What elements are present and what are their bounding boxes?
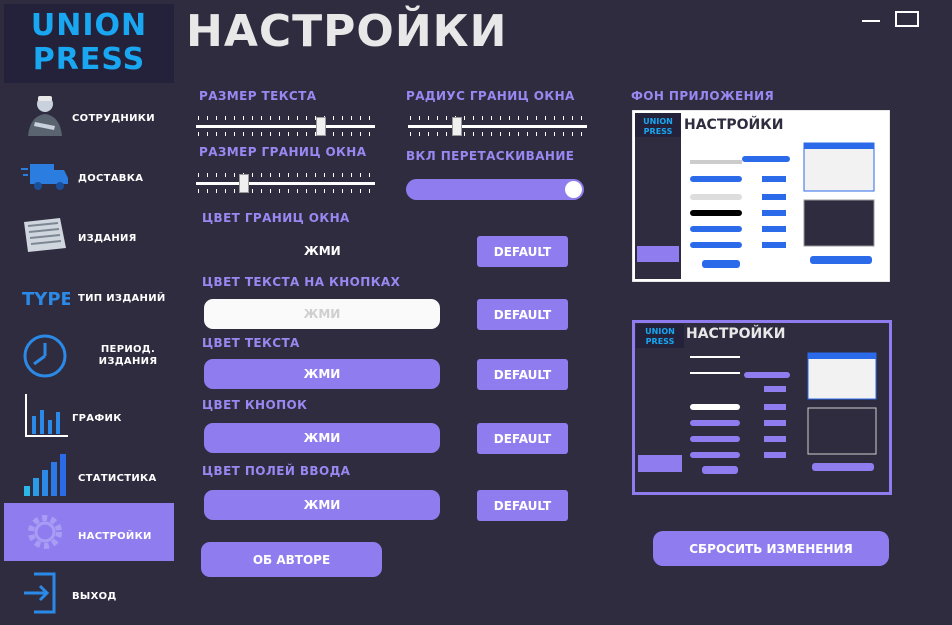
border-radius-slider[interactable] — [408, 116, 587, 136]
sidebar-item-delivery[interactable]: ДОСТАВКА — [4, 146, 174, 204]
app-logo: UNION PRESS — [4, 4, 174, 83]
gear-icon — [28, 515, 62, 549]
worker-icon — [28, 96, 62, 136]
sidebar-item-label: ВЫХОД — [72, 591, 117, 602]
slider-thumb[interactable] — [239, 174, 249, 193]
svg-text:PRESS: PRESS — [644, 127, 673, 136]
border-size-slider[interactable] — [196, 173, 375, 193]
svg-text:UNION: UNION — [645, 327, 675, 336]
slider-ticks — [410, 132, 585, 136]
bar-chart-icon — [24, 454, 66, 496]
slider-track — [196, 125, 375, 128]
sidebar-item-employees[interactable]: СОТРУДНИКИ — [4, 86, 174, 144]
border-color-default-button[interactable]: DEFAULT — [477, 236, 568, 267]
svg-text:TYPE: TYPE — [22, 289, 70, 310]
border-color-label: ЦВЕТ ГРАНИЦ ОКНА — [202, 211, 350, 225]
chart-icon — [25, 394, 68, 437]
minimize-button[interactable] — [862, 20, 880, 22]
maximize-button[interactable] — [895, 11, 919, 27]
sidebar-item-exit[interactable]: ВЫХОД — [4, 564, 174, 622]
sidebar-item-label: ГРАФИК — [72, 413, 122, 424]
sidebar-item-settings[interactable]: НАСТРОЙКИ — [4, 503, 174, 561]
svg-text:НАСТРОЙКИ: НАСТРОЙКИ — [684, 116, 783, 133]
sidebar-item-label: СОТРУДНИКИ — [72, 113, 155, 124]
button-color-label: ЦВЕТ КНОПОК — [202, 398, 308, 412]
sidebar-item-periodicals[interactable]: ПЕРИОД. ИЗДАНИЯ — [4, 326, 174, 384]
sidebar-item-edition-types[interactable]: TYPE ТИП ИЗДАНИЙ — [4, 266, 174, 324]
text-color-default-button[interactable]: DEFAULT — [477, 359, 568, 390]
button-text-color-label: ЦВЕТ ТЕКСТА НА КНОПКАХ — [202, 275, 401, 289]
svg-text:UNION: UNION — [643, 117, 673, 126]
drag-toggle[interactable] — [406, 179, 584, 200]
input-color-label: ЦВЕТ ПОЛЕЙ ВВОДА — [202, 464, 351, 478]
slider-ticks — [198, 189, 373, 193]
page-title: НАСТРОЙКИ — [186, 6, 508, 57]
toggle-knob — [565, 181, 582, 198]
sidebar-item-label: НАСТРОЙКИ — [78, 531, 152, 542]
light-theme-preview[interactable]: UNION PRESS НАСТРОЙКИ — [632, 110, 890, 282]
text-color-press-button[interactable]: ЖМИ — [204, 359, 440, 389]
background-label: ФОН ПРИЛОЖЕНИЯ — [631, 89, 775, 103]
button-color-default-button[interactable]: DEFAULT — [477, 423, 568, 454]
newspaper-icon — [24, 218, 66, 252]
logo-line2: PRESS — [32, 42, 146, 77]
sidebar-item-label: ИЗДАНИЯ — [78, 233, 137, 244]
text-color-label: ЦВЕТ ТЕКСТА — [202, 336, 300, 350]
text-size-slider[interactable] — [196, 116, 375, 136]
border-radius-label: РАДИУС ГРАНИЦ ОКНА — [406, 89, 575, 103]
sidebar: UNION PRESS СОТРУДНИКИ ДОСТАВКА ИЗДАНИЯ … — [4, 4, 174, 621]
clock-icon — [23, 334, 67, 378]
slider-track — [408, 125, 587, 128]
button-text-color-default-button[interactable]: DEFAULT — [477, 299, 568, 330]
sidebar-item-label: ТИП ИЗДАНИЙ — [78, 293, 166, 304]
slider-ticks — [198, 116, 373, 120]
sidebar-item-label: ДОСТАВКА — [78, 173, 144, 184]
exit-icon — [24, 572, 56, 614]
slider-ticks — [198, 173, 373, 177]
sidebar-item-schedule[interactable]: ГРАФИК — [4, 386, 174, 444]
text-size-label: РАЗМЕР ТЕКСТА — [199, 89, 317, 103]
slider-thumb[interactable] — [452, 117, 462, 136]
svg-text:PRESS: PRESS — [646, 337, 675, 346]
border-size-label: РАЗМЕР ГРАНИЦ ОКНА — [199, 145, 367, 159]
slider-ticks — [410, 116, 585, 120]
logo-line1: UNION — [30, 8, 148, 43]
sidebar-item-label: ПЕРИОД. ИЗДАНИЯ — [98, 344, 158, 367]
button-text-color-press-button[interactable]: ЖМИ — [204, 299, 440, 329]
sidebar-item-label: СТАТИСТИКА — [78, 473, 157, 484]
button-color-press-button[interactable]: ЖМИ — [204, 423, 440, 453]
slider-thumb[interactable] — [316, 117, 326, 136]
input-color-press-button[interactable]: ЖМИ — [204, 490, 440, 520]
border-color-press-button[interactable]: ЖМИ — [304, 244, 341, 258]
drag-label: ВКЛ ПЕРЕТАСКИВАНИЕ — [406, 149, 575, 163]
slider-ticks — [198, 132, 373, 136]
reset-changes-button[interactable]: СБРОСИТЬ ИЗМЕНЕНИЯ — [653, 531, 889, 566]
dark-theme-preview[interactable]: UNION PRESS НАСТРОЙКИ — [632, 320, 892, 495]
sidebar-item-editions[interactable]: ИЗДАНИЯ — [4, 206, 174, 264]
input-color-default-button[interactable]: DEFAULT — [477, 490, 568, 521]
svg-text:НАСТРОЙКИ: НАСТРОЙКИ — [686, 325, 785, 342]
sidebar-item-statistics[interactable]: СТАТИСТИКА — [4, 446, 174, 504]
truck-icon — [21, 164, 68, 190]
type-icon: TYPE — [22, 289, 70, 310]
about-author-button[interactable]: ОБ АВТОРЕ — [201, 542, 382, 577]
slider-track — [196, 182, 375, 185]
